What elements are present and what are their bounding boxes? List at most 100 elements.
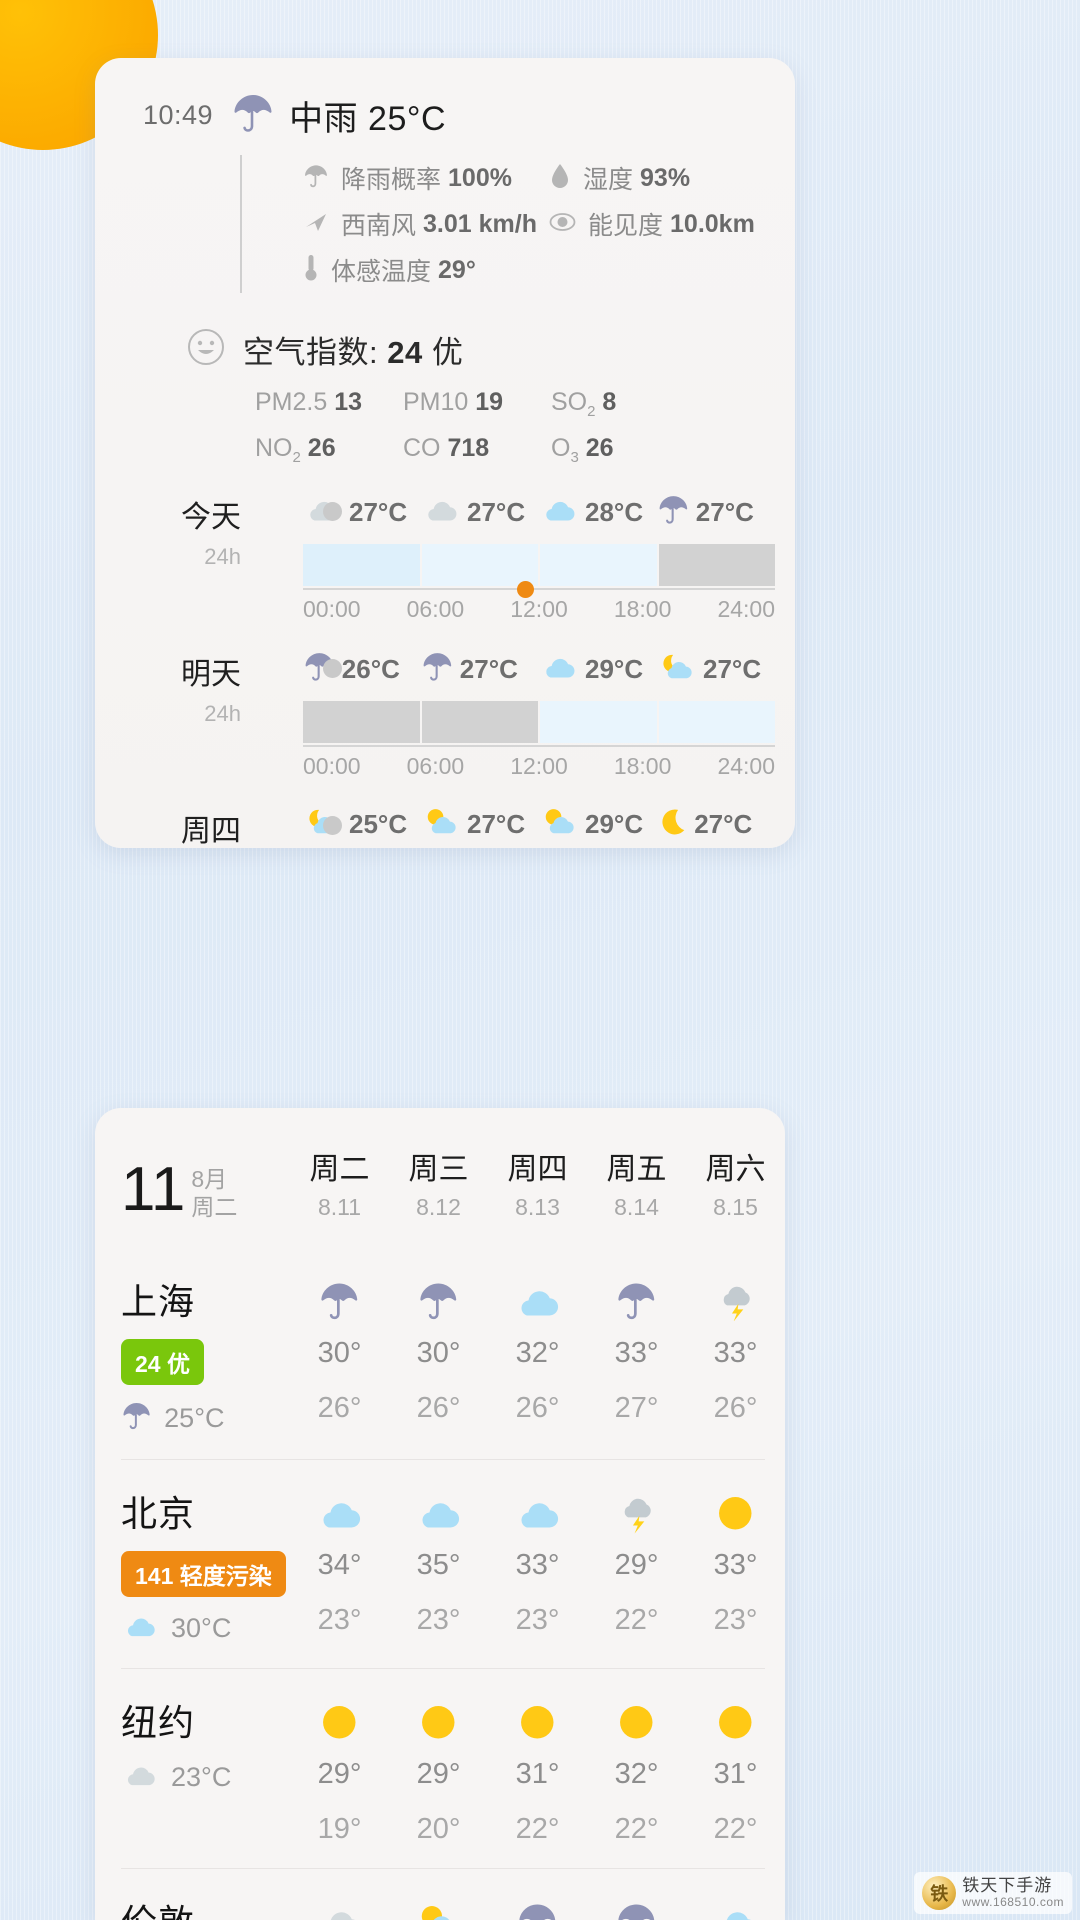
axis-tick: 00:00 [303, 753, 361, 780]
air-quality-summary[interactable]: 空气指数: 24 优 [187, 327, 795, 372]
hour-bar [419, 701, 538, 744]
detail-value: 10.0km [670, 209, 755, 238]
cities-forecast-card[interactable]: 11 8月 周二 周二 8.11 周三 8.12 周四 8.13 周五 8.14… [95, 1108, 785, 1920]
header-date: 11 8月 周二 [121, 1155, 290, 1224]
hour-bar [419, 544, 538, 587]
forecast-high: 32° [515, 1337, 560, 1369]
detail-row: 体感温度 29° [303, 247, 795, 293]
current-weather-card[interactable]: 10:49 中雨 25°C 降雨概率 100% 湿度 93% 西南风 3.01 … [95, 58, 795, 848]
city-current-temp: 25°C [164, 1402, 225, 1433]
detail-label: 湿度 [583, 166, 634, 194]
wind-arrow-icon [303, 209, 329, 240]
city-forecast-cell: 30° 26° [389, 1273, 488, 1437]
cloud-blue-icon [290, 1485, 389, 1541]
date-column[interactable]: 周三 8.12 [389, 1144, 488, 1221]
aqi-badge[interactable]: 141 轻度污染 [121, 1551, 286, 1598]
axis-tick: 24:00 [717, 753, 775, 780]
date-weekday: 周三 [408, 1153, 469, 1186]
aqi-level: 优 [431, 335, 464, 370]
hour-bar [656, 544, 775, 587]
detail-visibility: 能见度 10.0km [549, 206, 795, 242]
date-column[interactable]: 周二 8.11 [290, 1144, 389, 1221]
date-column[interactable]: 周四 8.13 [488, 1144, 587, 1221]
hour-bar [303, 701, 420, 744]
axis-tick: 24:00 [717, 596, 775, 623]
detail-precipitation: 降雨概率 100% [303, 160, 549, 196]
watermark-line1: 铁天下手游 [962, 1876, 1053, 1896]
day-block[interactable]: 今天 24h 27°C 27°C 28°C 27°C 00:00 06:00 1… [95, 492, 795, 623]
day-name: 明天 [181, 658, 241, 692]
pollutant-o3: O3 26 [551, 434, 614, 466]
city-forecast-cell [488, 1894, 587, 1920]
hour-slot: 27°C [657, 492, 775, 532]
current-condition: 中雨 [289, 100, 359, 138]
forecast-low: 23° [515, 1604, 560, 1637]
forecast-high: 29° [614, 1549, 659, 1582]
city-forecast-cell: 32° 22° [587, 1694, 686, 1846]
timeline-vertical-line [240, 155, 242, 293]
city-current-temp: 23°C [171, 1761, 232, 1792]
city-name: 纽约 [121, 1702, 196, 1744]
cloud-blue-icon [389, 1485, 488, 1541]
hour-bar [538, 544, 657, 587]
hour-slot: 27°C [421, 806, 539, 842]
header-day-number: 11 [121, 1155, 186, 1224]
hour-slot: 27°C [657, 806, 775, 842]
day-block[interactable]: 周四 24h 25°C 27°C 29°C 27°C [95, 806, 795, 848]
date-weekday: 周四 [507, 1153, 568, 1186]
hour-temp: 26°C [341, 653, 400, 684]
city-forecast-cell: 29° 22° [587, 1485, 686, 1646]
city-current: 30°C [121, 1611, 290, 1646]
forecast-low: 22° [614, 1604, 659, 1637]
cloud-blue-icon [539, 651, 579, 687]
city-row[interactable]: 北京 141 轻度污染 30°C 34° 23° 35° 23° 33° 23°… [95, 1459, 785, 1668]
umbrella-icon [389, 1273, 488, 1329]
sun-cloud-icon [421, 806, 461, 842]
forecast-high: 32° [614, 1758, 659, 1791]
umbrella-icon [488, 1894, 587, 1920]
hour-temp: 25°C [349, 808, 408, 839]
hour-temp: 27°C [349, 496, 408, 527]
detail-label: 降雨概率 [341, 166, 442, 194]
hour-slot: 25°C [303, 806, 421, 842]
sun-cloud-icon [539, 806, 579, 842]
city-row[interactable]: 伦敦 [95, 1868, 785, 1920]
city-row[interactable]: 纽约 23°C 29° 19° 29° 20° 31° 22° 32° 22° [95, 1668, 785, 1868]
forecast-high: 33° [713, 1337, 758, 1369]
umbrella-icon [657, 492, 690, 532]
city-name: 伦敦 [121, 1894, 290, 1920]
current-details: 降雨概率 100% 湿度 93% 西南风 3.01 km/h 能见度 10.0k… [273, 155, 795, 293]
umbrella-icon [231, 90, 275, 141]
axis-tick: 18:00 [613, 753, 672, 780]
umbrella-small-icon [303, 162, 329, 195]
aqi-label: 空气指数: [243, 335, 379, 370]
day-block[interactable]: 明天 24h 26°C 27°C 29°C 27°C 00:00 06:00 1… [95, 649, 795, 780]
date-column[interactable]: 周六 8.15 [686, 1144, 785, 1221]
forecast-high: 29° [317, 1758, 362, 1791]
city-forecast-cell: 30° 26° [290, 1273, 389, 1437]
aqi-badge[interactable]: 24 优 [121, 1339, 204, 1385]
city-row[interactable]: 上海 24 优 25°C 30° 26° 30° 26° 32° 26° 33°… [95, 1247, 785, 1459]
day-label: 明天 24h [143, 649, 241, 780]
hour-bar [538, 701, 657, 744]
detail-humidity: 湿度 93% [549, 160, 795, 196]
forecast-high: 29° [416, 1758, 461, 1791]
city-forecast-cell: 32° 26° [488, 1273, 587, 1437]
detail-value: 100% [448, 163, 512, 192]
hour-bar [303, 544, 420, 587]
date-column[interactable]: 周五 8.14 [587, 1144, 686, 1221]
forecast-low: 22° [614, 1813, 659, 1846]
forecast-low: 26° [317, 1392, 362, 1424]
moon-cloud-icon [657, 651, 697, 687]
moon-icon [657, 806, 688, 842]
axis-tick: 12:00 [510, 596, 568, 623]
hour-slot: 28°C [539, 492, 657, 532]
hour-temp: 28°C [585, 496, 644, 527]
cloud-blue-icon [488, 1273, 587, 1329]
watermark-line2: www.168510.com [962, 1894, 1064, 1909]
date-weekday: 周二 [309, 1153, 370, 1186]
smiley-face-icon [187, 328, 225, 371]
city-current: 25°C [121, 1399, 290, 1437]
hour-slot: 27°C [421, 492, 539, 532]
day-dot-icon [323, 502, 342, 521]
